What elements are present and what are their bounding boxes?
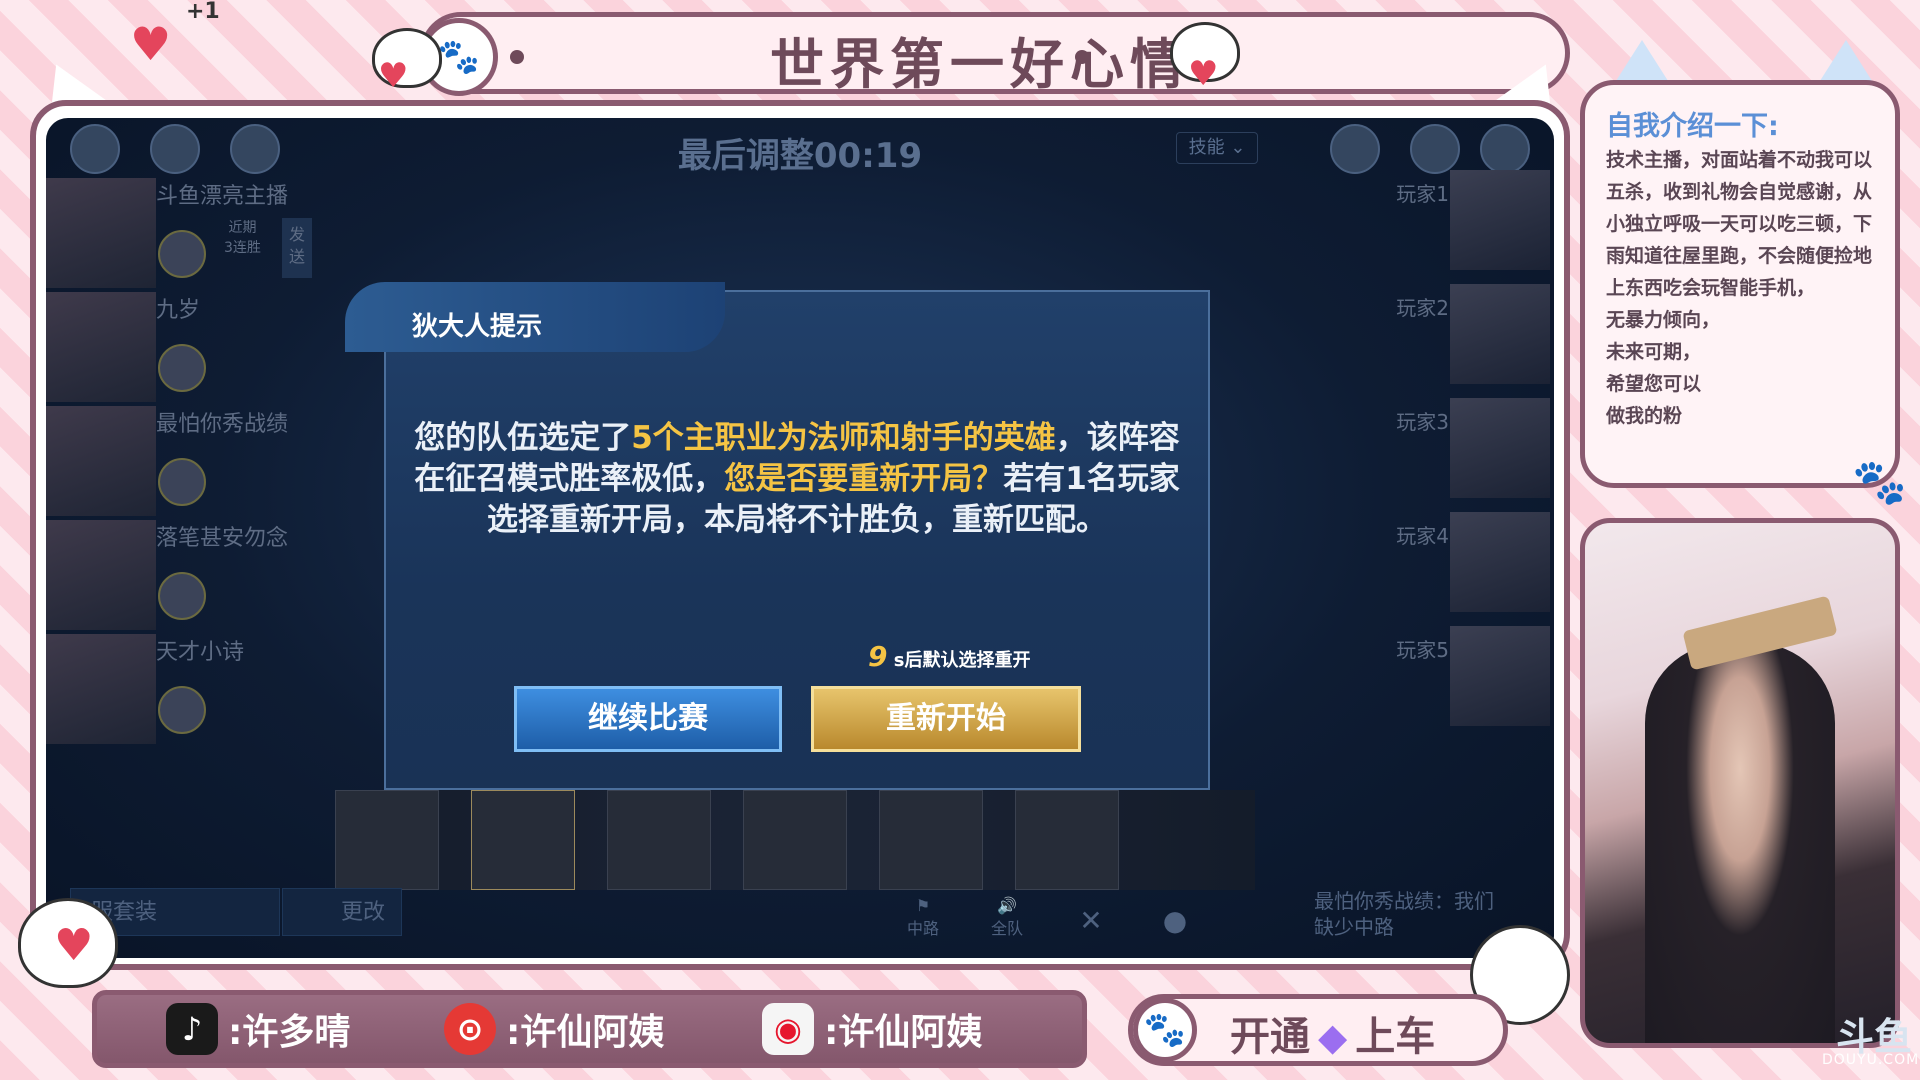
summoner-spell-icon[interactable] [158,686,206,734]
streamer-figure [1645,643,1835,1043]
subscribe-text[interactable]: 开通 ◆ 上车 [1230,1004,1435,1062]
intro-title: 自我介绍一下: [1606,111,1779,142]
hero-option[interactable] [743,790,847,890]
summoner-spell-icon[interactable] [158,572,206,620]
diamond-icon: ◆ [1318,1015,1348,1059]
change-button[interactable]: 更改 [282,888,402,936]
watermark: DOUYU.COM [1822,1052,1920,1068]
cat-ear-decoration [1614,40,1670,84]
opponent-slot: 玩家4 [1354,460,1554,612]
dialog-message: 您的队伍选定了5个主职业为法师和射手的英雄，该阵容在征召模式胜率极低，您是否要重… [414,420,1180,538]
banner-dot-right [1075,50,1089,64]
player-name: 九岁 [156,298,201,323]
hero-option[interactable] [471,790,575,890]
skill-dropdown[interactable]: 技能 ⌄ [1176,132,1258,164]
douyin-account[interactable]: ♪ :许多晴 [166,1000,350,1058]
opponent-slot: 玩家3 [1354,346,1554,498]
intro-line: 未来可期， [1606,341,1702,363]
intro-line: 技术主播，对面站着不动我可以五杀，收到礼物会自觉感谢，从小独立呼吸一天可以吃三顿… [1606,149,1873,299]
douyin-icon: ♪ [166,1003,218,1055]
summoner-spell-icon[interactable] [158,458,206,506]
weibo-account[interactable]: ◉ :许仙阿姨 [762,1000,982,1058]
highlight-text: 您是否要重新开局？ [724,461,1004,497]
douyin-handle: :许多晴 [228,1012,351,1053]
opponent-slot: 玩家2 [1354,232,1554,384]
chat-line: 最怕你秀战绩：我们 [1314,889,1494,913]
heart-icon: ♥ [130,17,172,71]
countdown-text: 9 s后默认选择重开 [868,640,1031,673]
netease-music-icon: ⊙ [444,1003,496,1055]
hero-portrait [46,520,156,630]
player-slot[interactable]: 九岁 [46,274,386,404]
player-slot[interactable]: 最怕你秀战绩 [46,388,386,518]
hero-option[interactable] [1015,790,1119,890]
paw-icon: 🐾 [1133,998,1197,1062]
summoner-spell-icon[interactable] [158,230,206,278]
dialog-title: 狄大人提示 [412,312,543,342]
player-name: 落笔甚安勿念 [156,526,289,551]
hero-portrait [46,406,156,516]
intro-line: 希望您可以 [1606,373,1702,395]
heart-icon: ♥ [54,920,94,971]
opponent-label: 玩家1 [1396,182,1449,206]
opponent-label: 玩家4 [1396,524,1449,548]
intro-text: 技术主播，对面站着不动我可以五杀，收到礼物会自觉感谢，从小独立呼吸一天可以吃三顿… [1606,144,1876,432]
mute-mic-icon[interactable]: ✕ [1066,904,1116,937]
plus-one-label: +1 [186,0,220,24]
hero-portrait [46,292,156,402]
weibo-handle: :许仙阿姨 [824,1012,983,1053]
continue-match-button[interactable]: 继续比赛 [514,686,782,752]
chat-message[interactable]: 最怕你秀战绩：我们 缺少中路 [1264,888,1524,942]
netease-account[interactable]: ⊙ :许仙阿姨 [444,1000,664,1058]
mid-lane-button[interactable]: ⚑ 中路 [898,896,948,939]
opponent-label: 玩家2 [1396,296,1449,320]
opponent-slot: 玩家5 [1354,574,1554,726]
team-voice-button[interactable]: 🔊 全队 [982,896,1032,939]
player-slot[interactable]: 落笔甚安勿念 [46,502,386,632]
player-slot[interactable]: 斗鱼漂亮主播 近期 3连胜 发送 [46,160,386,290]
hero-selection-strip [335,790,1255,890]
cat-ear-decoration [1818,40,1874,84]
hero-option[interactable] [879,790,983,890]
heart-icon: ♥ [378,56,409,96]
hero-portrait [46,178,156,288]
hero-option[interactable] [607,790,711,890]
opponent-slot: 玩家1 [1354,118,1554,270]
streamer-camera [1580,518,1900,1048]
opponent-label: 玩家5 [1396,638,1449,662]
highlight-text: 5个主职业为法师和射手的英雄 [631,420,1056,456]
player-name: 天才小诗 [156,640,245,665]
hero-option[interactable] [335,790,439,890]
hero-portrait [46,634,156,744]
mic-icon[interactable]: ● [1150,904,1200,937]
countdown-number: 9 [868,640,888,673]
send-button[interactable]: 发送 [282,218,312,278]
netease-handle: :许仙阿姨 [506,1012,665,1053]
player-name: 斗鱼漂亮主播 [156,184,289,209]
chat-line: 缺少中路 [1314,915,1394,939]
restart-match-button[interactable]: 重新开始 [811,686,1081,752]
opponent-label: 玩家3 [1396,410,1449,434]
weibo-icon: ◉ [762,1003,814,1055]
heart-icon: ♥ [1188,54,1219,94]
summoner-spell-icon[interactable] [158,344,206,392]
hero-portrait [1450,626,1550,726]
win-streak: 近期 3连胜 [224,220,261,256]
paw-icon: 🐾 [1852,457,1907,508]
intro-line: 无暴力倾向， [1606,309,1721,331]
player-name: 最怕你秀战绩 [156,412,289,437]
banner-dot-left [510,50,524,64]
banner-title: 世界第一好心情 [770,33,1190,96]
intro-line: 做我的粉 [1606,405,1683,427]
player-slot[interactable]: 天才小诗 [46,616,386,746]
